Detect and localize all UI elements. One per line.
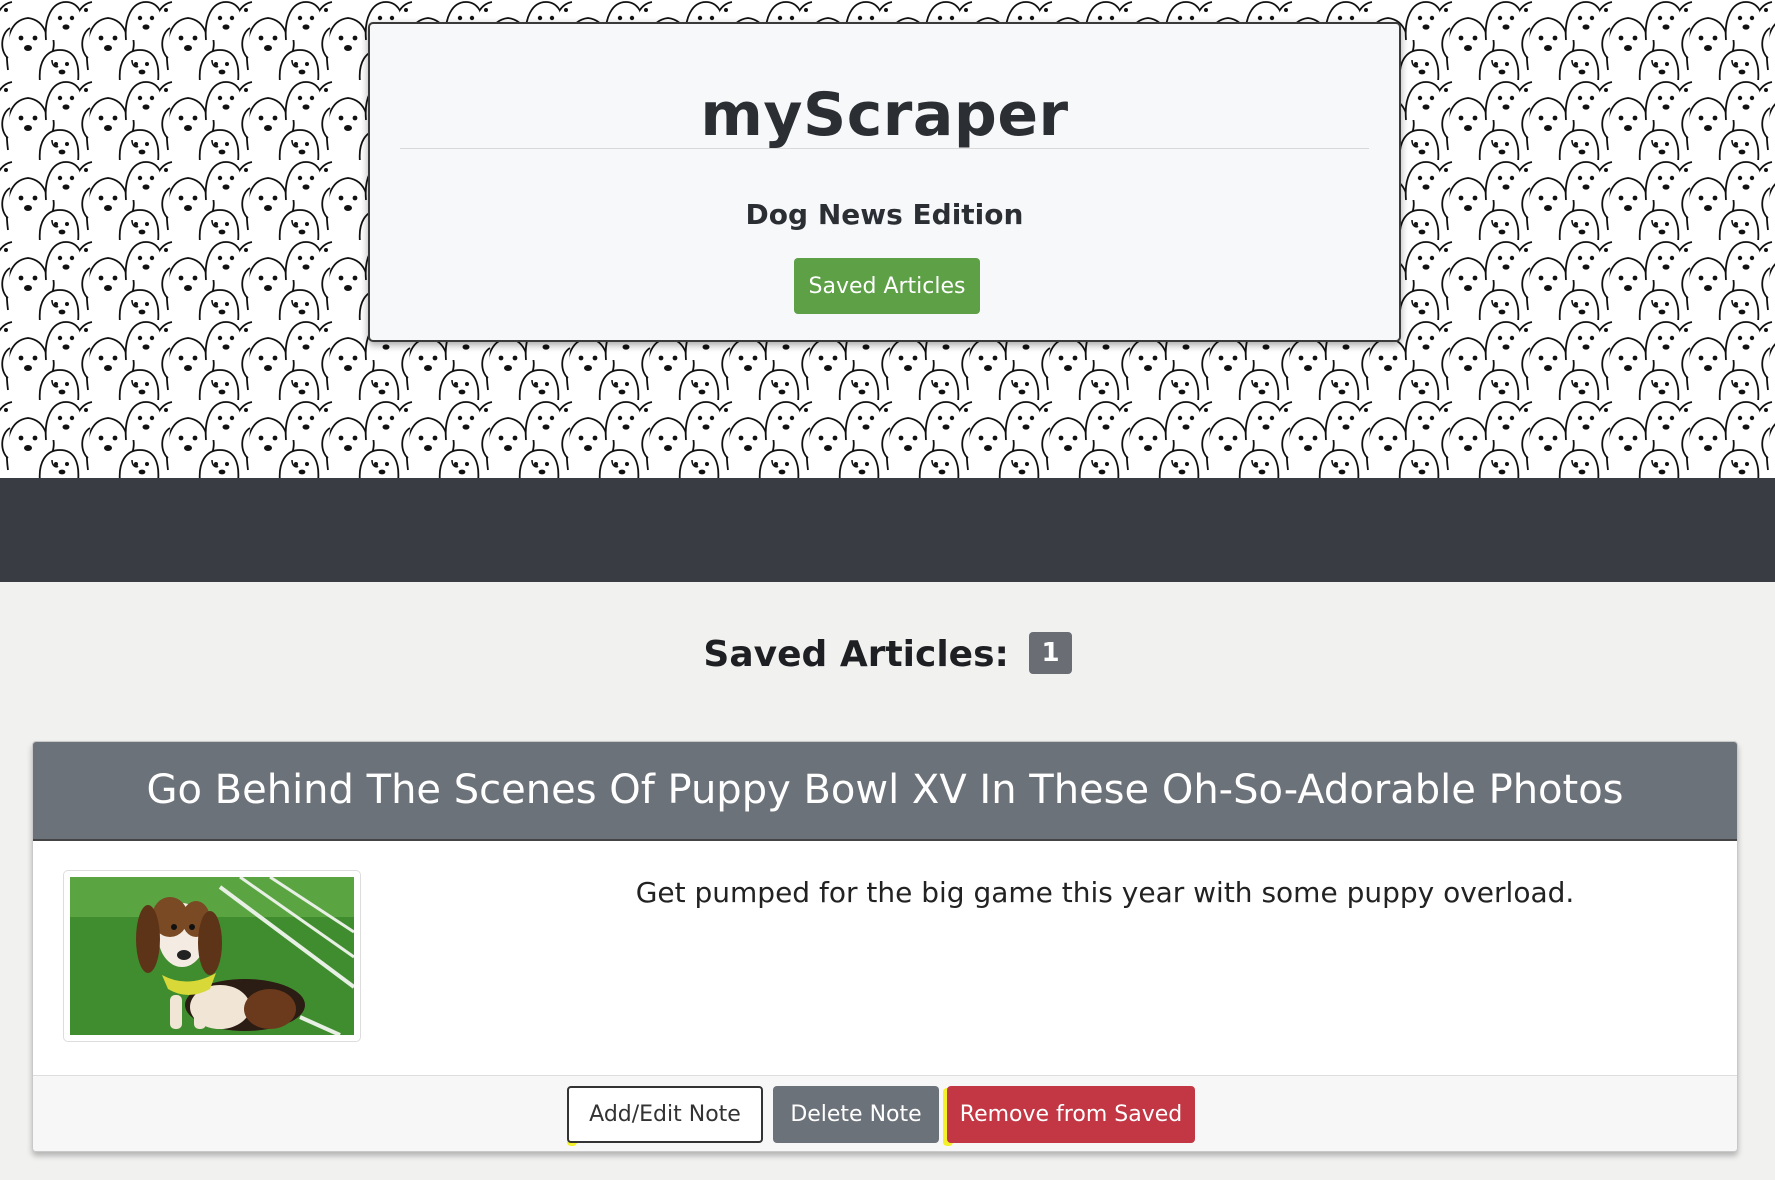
article-thumbnail[interactable] <box>63 870 361 1042</box>
article-summary: Get pumped for the big game this year wi… <box>635 876 1575 909</box>
remove-from-saved-button[interactable]: Remove from Saved <box>947 1086 1195 1143</box>
page-subtitle: Dog News Edition <box>745 198 1024 231</box>
card-footer: Add/Edit Note Delete Note Remove from Sa… <box>33 1075 1737 1151</box>
page-title: myScraper <box>700 80 1069 150</box>
navbar <box>0 478 1775 582</box>
saved-articles-button[interactable]: Saved Articles <box>794 258 980 314</box>
article-title[interactable]: Go Behind The Scenes Of Puppy Bowl XV In… <box>33 742 1737 841</box>
basset-puppy-photo-icon <box>70 877 354 1035</box>
divider <box>400 148 1369 149</box>
saved-heading-label: Saved Articles: <box>703 634 1009 675</box>
article-card: Go Behind The Scenes Of Puppy Bowl XV In… <box>32 741 1738 1152</box>
saved-count-badge: 1 <box>1029 632 1072 674</box>
add-edit-note-button[interactable]: Add/Edit Note <box>567 1086 763 1143</box>
saved-articles-heading: Saved Articles: 1 <box>0 632 1775 677</box>
jumbotron: myScraper Dog News Edition Saved Article… <box>368 22 1401 342</box>
delete-note-button[interactable]: Delete Note <box>773 1086 939 1143</box>
hero-banner: myScraper Dog News Edition Saved Article… <box>0 0 1775 478</box>
